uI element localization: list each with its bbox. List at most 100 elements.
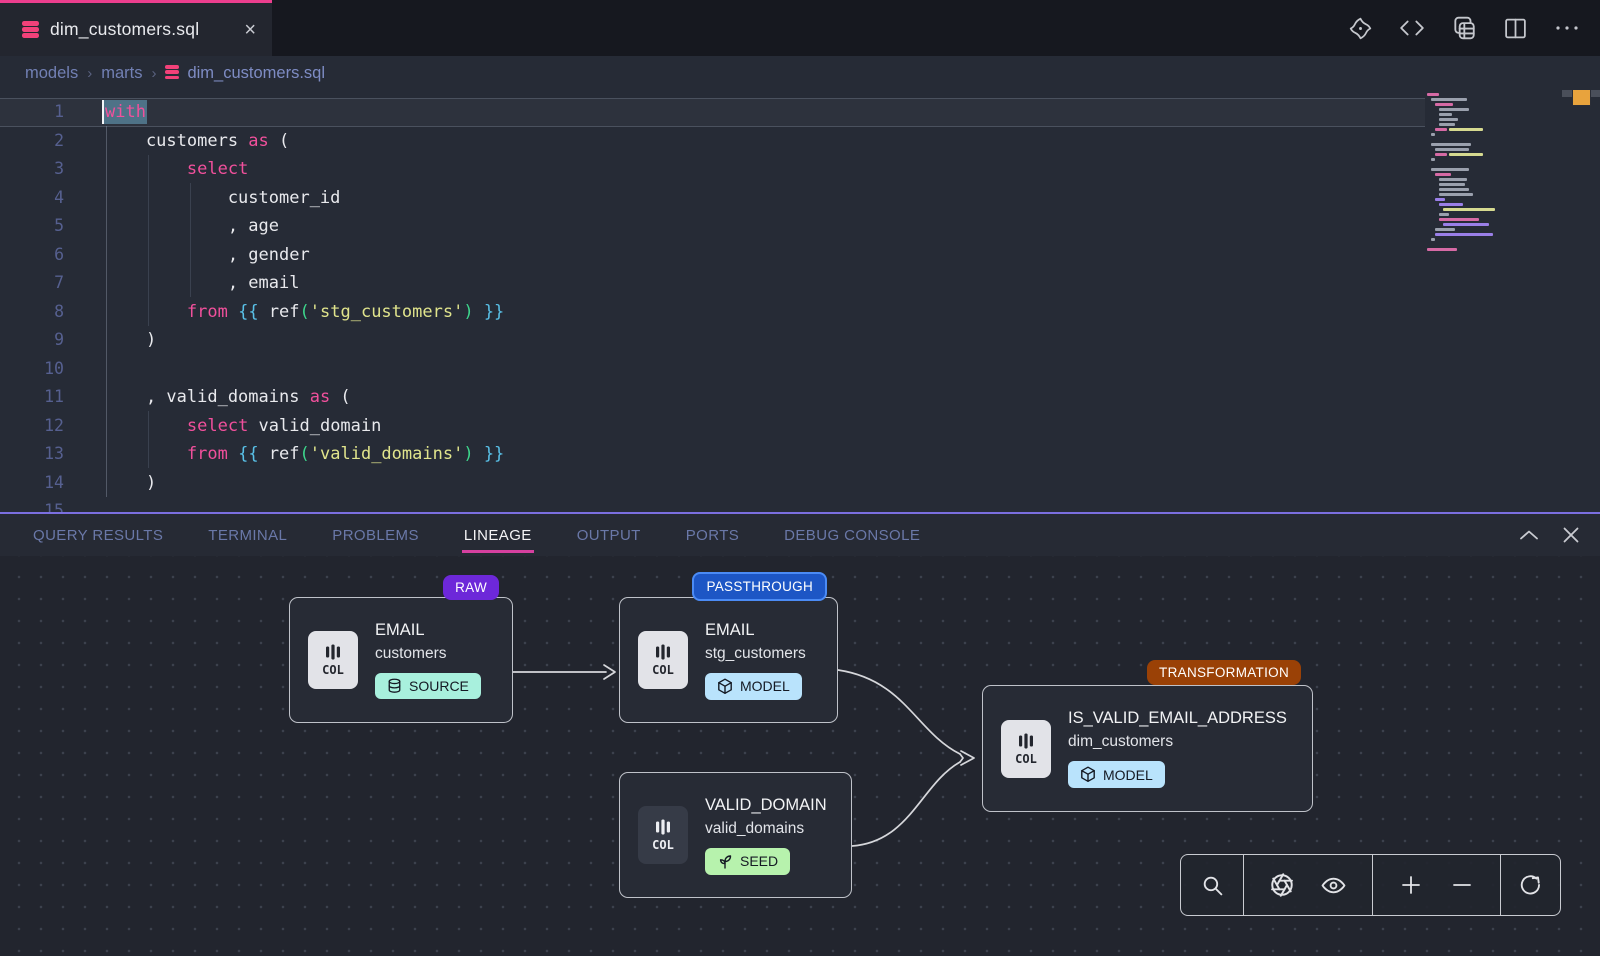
column-name: EMAIL (375, 621, 425, 640)
lineage-node-dim-customers[interactable]: TRANSFORMATION COL IS_VALID_EMAIL_ADDRES… (982, 685, 1313, 812)
tab-terminal[interactable]: TERMINAL (208, 527, 287, 544)
col-label: COL (322, 663, 344, 677)
badge-transformation: TRANSFORMATION (1147, 660, 1301, 685)
column-name: VALID_DOMAIN (705, 796, 827, 815)
overview-ruler[interactable] (1562, 90, 1600, 512)
minimap-line (1427, 248, 1545, 251)
more-icon[interactable] (1554, 23, 1580, 33)
column-icon: COL (1001, 720, 1051, 778)
close-panel-icon[interactable] (1562, 526, 1580, 544)
lineage-node-stg-customers[interactable]: PASSTHROUGH COL EMAIL stg_customers MODE… (619, 597, 838, 723)
toolbar-search-cell (1181, 855, 1244, 915)
model-name: dim_customers (1068, 733, 1173, 751)
minimap-line (1427, 93, 1545, 96)
minimap-line (1427, 123, 1545, 126)
line-number: 3 (0, 155, 64, 184)
minimap-line (1427, 173, 1545, 176)
line-number: 13 (0, 440, 64, 469)
cube-icon (1080, 766, 1096, 783)
dbt-logo-icon[interactable] (1348, 16, 1373, 41)
code-line: , age (105, 212, 1420, 241)
line-number: 8 (0, 298, 64, 327)
aperture-icon[interactable] (1269, 872, 1295, 898)
minimap-line (1427, 238, 1545, 241)
refresh-icon[interactable] (1518, 873, 1543, 898)
col-label: COL (1015, 752, 1037, 766)
minimap-line (1427, 103, 1545, 106)
tab-query-results[interactable]: QUERY RESULTS (33, 527, 163, 544)
tab-lineage[interactable]: LINEAGE (464, 527, 532, 544)
toolbar-view-cell (1244, 855, 1373, 915)
line-number: 11 (0, 383, 64, 412)
minimap-line (1427, 143, 1545, 146)
column-name: IS_VALID_EMAIL_ADDRESS (1068, 709, 1287, 728)
close-tab-icon[interactable]: × (244, 20, 256, 40)
chevron-right-icon: › (151, 65, 156, 82)
tab-ports[interactable]: PORTS (686, 527, 739, 544)
code-line: , email (105, 269, 1420, 298)
pill-source: SOURCE (375, 673, 481, 699)
minimap-line (1427, 108, 1545, 111)
code-line: customers as ( (105, 127, 1420, 156)
lineage-canvas[interactable]: RAW COL EMAIL customers SOURCE PASSTHROU… (0, 556, 1600, 956)
column-name: EMAIL (705, 621, 755, 640)
code-lines[interactable]: with customers as ( select customer_id ,… (105, 98, 1420, 512)
tab-label: dim_customers.sql (50, 19, 233, 40)
search-icon[interactable] (1200, 873, 1225, 898)
code-icon[interactable] (1399, 17, 1425, 39)
breadcrumb-marts[interactable]: marts (101, 64, 142, 83)
code-line (105, 497, 1420, 512)
badge-passthrough: PASSTHROUGH (692, 572, 827, 601)
copy-table-icon[interactable] (1451, 15, 1477, 41)
tab-output[interactable]: OUTPUT (577, 527, 641, 544)
lineage-toolbar (1180, 854, 1561, 916)
database-icon (22, 21, 39, 38)
chevron-up-icon[interactable] (1518, 528, 1540, 542)
seedling-icon (717, 853, 733, 870)
minimap-line (1427, 198, 1545, 201)
cube-icon (717, 678, 733, 695)
minimap-line (1427, 233, 1545, 236)
pill-model: MODEL (705, 673, 802, 700)
zoom-in-icon[interactable] (1399, 873, 1423, 897)
col-label: COL (652, 663, 674, 677)
minimap-line (1427, 203, 1545, 206)
panel-tab-bar: QUERY RESULTS TERMINAL PROBLEMS LINEAGE … (0, 512, 1600, 556)
minimap-line (1427, 208, 1545, 211)
gutter: 123456789101112131415 (0, 98, 64, 512)
model-name: valid_domains (705, 820, 804, 838)
eye-icon[interactable] (1320, 873, 1347, 898)
code-line: from {{ ref('stg_customers') }} (105, 298, 1420, 327)
code-line (105, 355, 1420, 384)
line-number: 9 (0, 326, 64, 355)
pill-model: MODEL (1068, 761, 1165, 788)
toolbar-refresh-cell (1501, 855, 1559, 915)
line-number: 10 (0, 355, 64, 384)
tab-problems[interactable]: PROBLEMS (332, 527, 419, 544)
code-line: from {{ ref('valid_domains') }} (105, 440, 1420, 469)
minimap[interactable] (1427, 93, 1545, 253)
tab-dim-customers[interactable]: dim_customers.sql × (0, 0, 272, 56)
app-window: dim_customers.sql × models › marts › dim… (0, 0, 1600, 956)
zoom-out-icon[interactable] (1450, 873, 1474, 897)
line-number: 2 (0, 127, 64, 156)
minimap-line (1427, 183, 1545, 186)
minimap-line (1427, 213, 1545, 216)
code-line: ) (105, 326, 1420, 355)
lineage-node-customers[interactable]: RAW COL EMAIL customers SOURCE (289, 597, 513, 723)
split-editor-icon[interactable] (1503, 16, 1528, 41)
code-line: select (105, 155, 1420, 184)
tab-debug-console[interactable]: DEBUG CONSOLE (784, 527, 920, 544)
minimap-line (1427, 98, 1545, 101)
column-icon: COL (308, 631, 358, 689)
line-number: 4 (0, 184, 64, 213)
breadcrumb-file[interactable]: dim_customers.sql (165, 64, 325, 83)
code-editor[interactable]: 123456789101112131415 with customers as … (0, 90, 1600, 512)
breadcrumb-models[interactable]: models (25, 64, 78, 83)
code-line: select valid_domain (105, 412, 1420, 441)
lineage-node-valid-domains[interactable]: COL VALID_DOMAIN valid_domains SEED (619, 772, 852, 898)
ruler-marker-orange (1572, 90, 1591, 106)
code-line: , gender (105, 241, 1420, 270)
code-line: , valid_domains as ( (105, 383, 1420, 412)
toolbar-zoom-cell (1373, 855, 1501, 915)
